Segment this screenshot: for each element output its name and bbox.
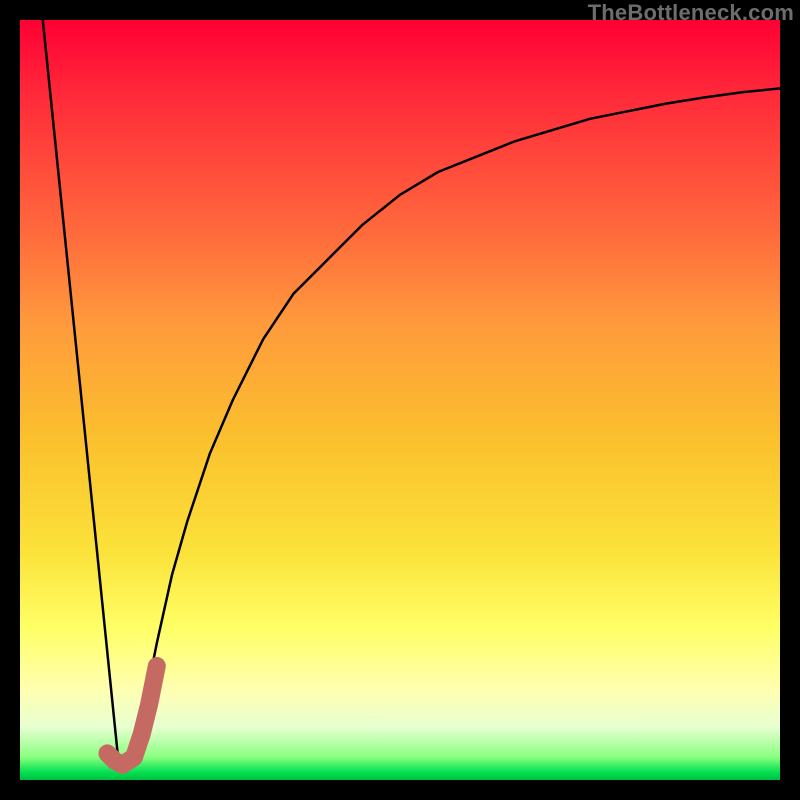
series-right-curve — [134, 88, 780, 764]
chart-frame: TheBottleneck.com — [0, 0, 800, 800]
series-left-line — [43, 20, 119, 765]
chart-svg — [20, 20, 780, 780]
watermark-text: TheBottleneck.com — [588, 0, 794, 26]
plot-area — [20, 20, 780, 780]
